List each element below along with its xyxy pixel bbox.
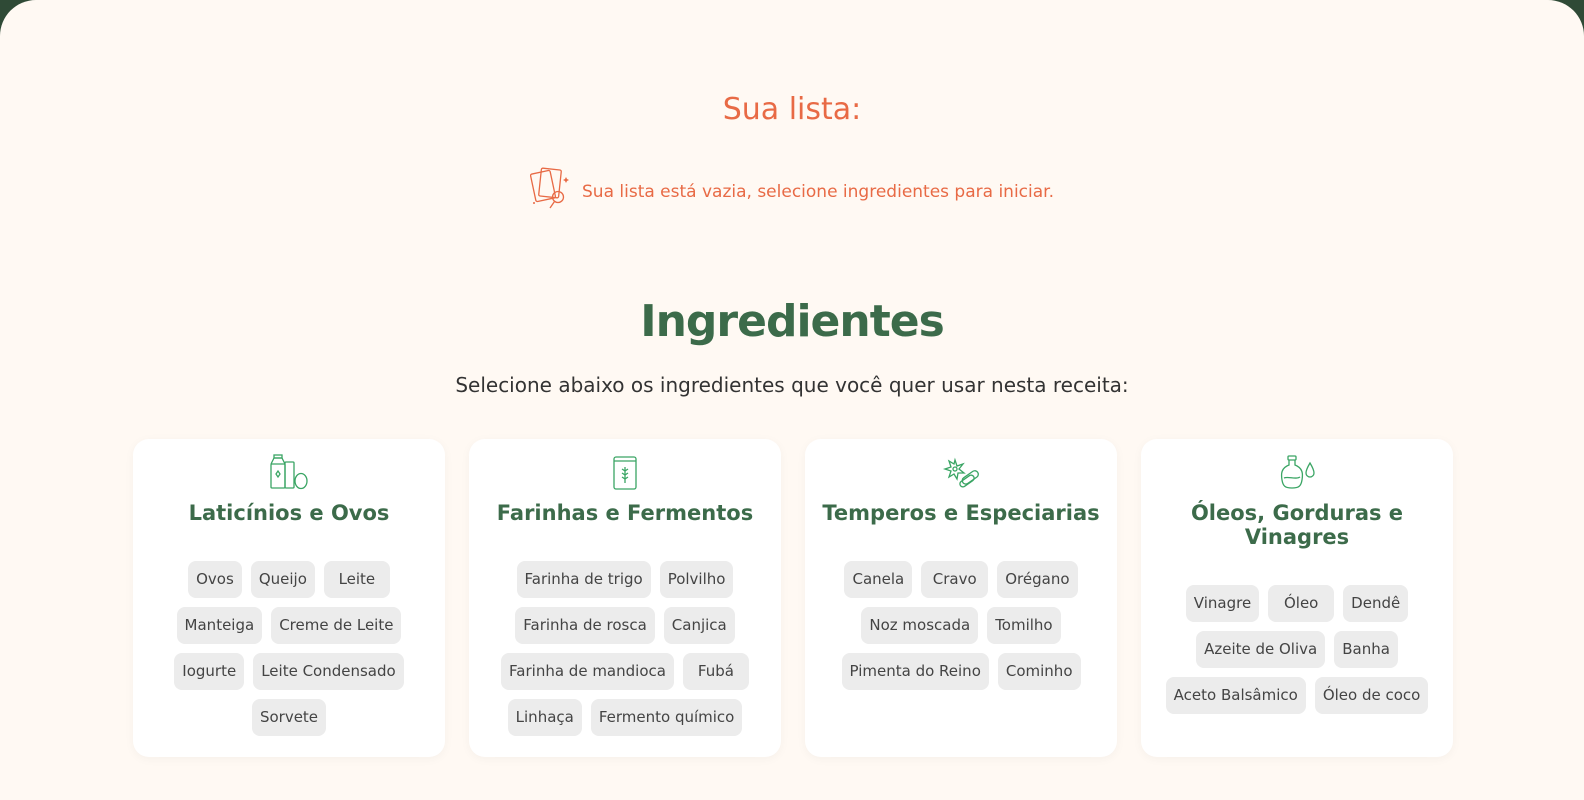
- ingredient-tag[interactable]: Tomilho: [987, 607, 1061, 644]
- ingredient-tag[interactable]: Farinha de trigo: [516, 561, 651, 598]
- ingredient-tag[interactable]: Óleo de coco: [1314, 677, 1429, 714]
- ingredient-tags: Vinagre Óleo Dendê Azeite de Oliva Banha…: [1141, 585, 1453, 714]
- ingredient-tags: Farinha de trigo Polvilho Farinha de ros…: [469, 561, 781, 736]
- ingredient-tag[interactable]: Sorvete: [251, 699, 327, 736]
- category-card-oleos: Óleos, Gorduras e Vinagres Vinagre Óleo …: [1141, 439, 1453, 757]
- spices-icon: [941, 454, 981, 494]
- ingredient-tag[interactable]: Orégano: [997, 561, 1078, 598]
- ingredients-subtitle: Selecione abaixo os ingredientes que voc…: [455, 373, 1129, 397]
- category-card-laticinios: Laticínios e Ovos Ovos Queijo Leite Mant…: [133, 439, 445, 757]
- ingredients-title: Ingredientes: [640, 296, 945, 347]
- milk-egg-icon: [269, 454, 309, 494]
- list-title: Sua lista:: [722, 92, 862, 127]
- ingredient-tag[interactable]: Aceto Balsâmico: [1165, 677, 1306, 714]
- ingredient-tags: Canela Cravo Orégano Noz moscada Tomilho…: [805, 561, 1117, 690]
- ingredient-tag[interactable]: Banha: [1334, 631, 1398, 668]
- ingredient-tag[interactable]: Farinha de mandioca: [501, 653, 674, 690]
- ingredient-tag[interactable]: Pimenta do Reino: [841, 653, 989, 690]
- ingredient-tag[interactable]: Polvilho: [659, 561, 734, 598]
- ingredient-tag[interactable]: Dendê: [1343, 585, 1409, 622]
- category-card-farinhas: Farinhas e Fermentos Farinha de trigo Po…: [469, 439, 781, 757]
- category-title: Farinhas e Fermentos: [496, 501, 754, 525]
- ingredient-tag[interactable]: Canjica: [663, 607, 735, 644]
- ingredient-tag[interactable]: Azeite de Oliva: [1196, 631, 1326, 668]
- ingredient-tag[interactable]: Leite Condensado: [253, 653, 404, 690]
- ingredient-tag[interactable]: Cominho: [997, 653, 1081, 690]
- ingredient-tag[interactable]: Óleo: [1268, 585, 1335, 622]
- ingredient-tag[interactable]: Fermento químico: [590, 699, 743, 736]
- main-content: Sua lista: Sua lista está vazia, selecio…: [0, 0, 1584, 800]
- ingredient-tag[interactable]: Leite: [323, 561, 390, 598]
- ingredient-tag[interactable]: Cravo: [921, 561, 989, 598]
- ingredient-tag[interactable]: Linhaça: [507, 699, 582, 736]
- ingredient-tag[interactable]: Iogurte: [174, 653, 245, 690]
- ingredient-tag[interactable]: Fubá: [682, 653, 749, 690]
- ingredient-tag[interactable]: Farinha de rosca: [515, 607, 655, 644]
- ingredient-tag[interactable]: Noz moscada: [861, 607, 979, 644]
- ingredient-tags: Ovos Queijo Leite Manteiga Creme de Leit…: [133, 561, 445, 736]
- flour-bag-icon: [612, 453, 638, 495]
- ingredient-tag[interactable]: Canela: [844, 561, 913, 598]
- category-title: Laticínios e Ovos: [188, 501, 390, 525]
- empty-list-search-icon: [529, 166, 572, 218]
- ingredient-tag[interactable]: Vinagre: [1185, 585, 1260, 622]
- ingredient-tag[interactable]: Creme de Leite: [271, 607, 402, 644]
- oil-bottle-icon: [1277, 454, 1317, 494]
- empty-list-message: Sua lista está vazia, selecione ingredie…: [0, 166, 1584, 218]
- ingredient-tag[interactable]: Queijo: [250, 561, 315, 598]
- ingredient-tag[interactable]: Manteiga: [176, 607, 263, 644]
- category-cards: Laticínios e Ovos Ovos Queijo Leite Mant…: [133, 439, 1453, 757]
- ingredient-tag[interactable]: Ovos: [188, 561, 242, 598]
- category-card-temperos: Temperos e Especiarias Canela Cravo Orég…: [805, 439, 1117, 757]
- category-title: Óleos, Gorduras e Vinagres: [1190, 501, 1404, 549]
- empty-list-text: Sua lista está vazia, selecione ingredie…: [582, 182, 1054, 202]
- category-title: Temperos e Especiarias: [822, 501, 1100, 525]
